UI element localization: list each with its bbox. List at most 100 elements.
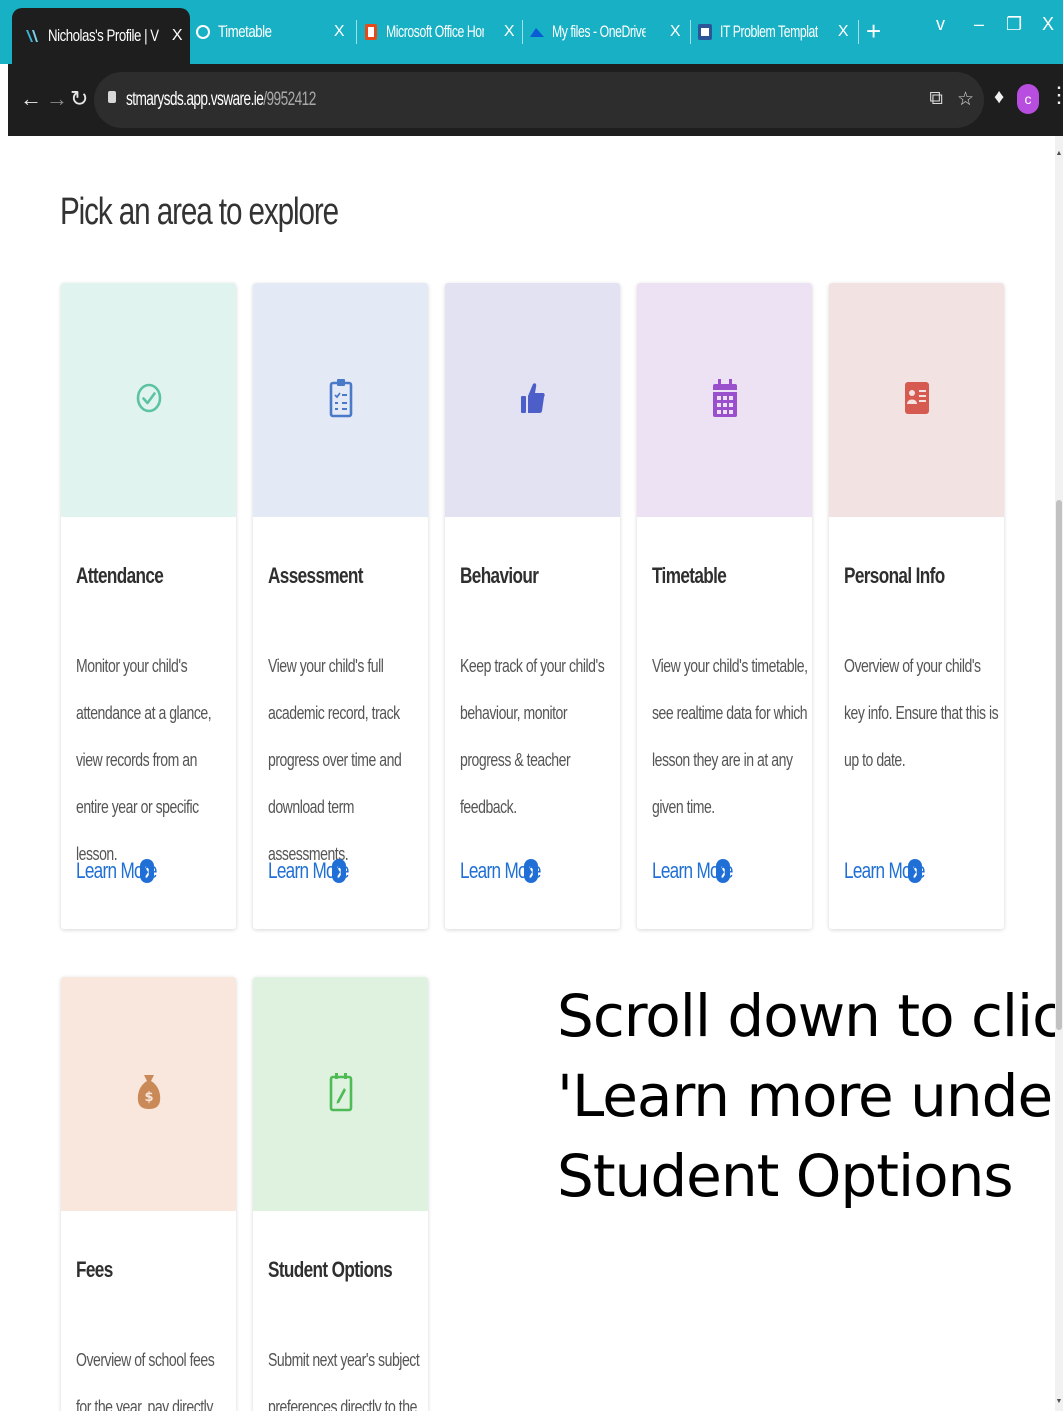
tab-title: My files - OneDrive	[552, 22, 646, 41]
check-circle-icon	[136, 383, 162, 418]
card-banner	[445, 283, 620, 517]
close-icon[interactable]: X	[838, 23, 849, 41]
card-title: Assessment	[268, 563, 364, 588]
calendar-icon	[712, 378, 738, 423]
learn-more-link[interactable]: Learn More ❯	[268, 858, 349, 884]
tab-search-button[interactable]: v	[936, 14, 945, 35]
tab-separator	[858, 20, 859, 44]
learn-more-link[interactable]: Learn More ❯	[460, 858, 541, 884]
toolbar: ← → ↻ stmarysds.app.vsware.ie/9952412 ⧉ …	[8, 64, 1063, 136]
tab-timetable[interactable]: Timetable X	[194, 10, 354, 54]
clipboard-icon	[329, 378, 353, 423]
card-assessment[interactable]: Assessment View your child's full academ…	[253, 283, 428, 929]
card-description: View your child's timetable, see realtim…	[652, 656, 808, 817]
tab-title: IT Problem Template - 07022	[720, 22, 818, 41]
id-card-icon	[904, 381, 930, 420]
instruction-line: 'Learn more under	[557, 1062, 1055, 1130]
close-icon[interactable]: X	[670, 23, 681, 41]
url-host: stmarysds.app.vsware.ie	[126, 89, 264, 110]
card-description: Overview of school fees for the year, pa…	[76, 1350, 215, 1411]
page-scrollbar[interactable]: ▲ ▼	[1055, 136, 1063, 1411]
learn-more-label: Learn More	[460, 858, 541, 883]
tab-title: Timetable	[218, 22, 272, 41]
card-personal-info[interactable]: Personal Info Overview of your child's k…	[829, 283, 1004, 929]
reload-icon[interactable]: ↻	[70, 86, 88, 112]
instruction-line: Student Options	[557, 1142, 1014, 1210]
card-title: Timetable	[652, 563, 727, 588]
money-bag-icon: $	[136, 1073, 162, 1116]
card-description: Submit next year's subject preferences d…	[268, 1350, 420, 1411]
tab-it-problem-template[interactable]: IT Problem Template - 07022 X	[696, 10, 856, 54]
svg-text:$: $	[144, 1090, 153, 1105]
tab-title: Microsoft Office Home	[386, 22, 484, 41]
new-tab-button[interactable]: +	[866, 16, 881, 47]
learn-more-link[interactable]: Learn More ❯	[76, 858, 157, 884]
bookmark-star-icon[interactable]: ☆	[957, 88, 974, 111]
tab-separator	[356, 20, 357, 44]
card-description: Monitor your child's attendance at a gla…	[76, 656, 212, 864]
url-path: /9952412	[263, 89, 316, 110]
close-icon[interactable]: X	[172, 27, 183, 45]
learn-more-link[interactable]: Learn More ❯	[844, 858, 925, 884]
card-title: Behaviour	[460, 563, 539, 588]
close-icon[interactable]: X	[334, 23, 345, 41]
omnibox-actions: ⧉ ☆	[929, 88, 974, 111]
card-banner: $	[61, 977, 236, 1211]
profile-avatar[interactable]: c	[1017, 84, 1039, 114]
vsware-icon	[24, 27, 42, 45]
learn-more-link[interactable]: Learn More ❯	[652, 858, 733, 884]
forward-icon[interactable]: →	[46, 86, 68, 112]
card-behaviour[interactable]: Behaviour Keep track of your child's beh…	[445, 283, 620, 929]
url-text: stmarysds.app.vsware.ie/9952412	[126, 89, 390, 111]
card-banner	[253, 977, 428, 1211]
notepad-pen-icon	[329, 1072, 353, 1117]
instruction-annotation: Scroll down to click 'Learn more under S…	[557, 976, 1055, 1216]
card-banner	[637, 283, 812, 517]
thumbs-up-icon	[520, 381, 546, 420]
card-title: Personal Info	[844, 563, 945, 588]
card-title: Fees	[76, 1257, 113, 1282]
card-attendance[interactable]: Attendance Monitor your child's attendan…	[61, 283, 236, 929]
card-description: View your child's full academic record, …	[268, 656, 402, 864]
more-menu-icon[interactable]: ⋮	[1048, 82, 1063, 108]
learn-more-label: Learn More	[76, 858, 157, 883]
tab-separator	[690, 20, 691, 44]
card-title: Attendance	[76, 563, 164, 588]
learn-more-label: Learn More	[268, 858, 349, 883]
tab-vsware-profile[interactable]: Nicholas's Profile | VSware X	[12, 8, 190, 64]
word-icon	[696, 23, 714, 41]
learn-more-label: Learn More	[652, 858, 733, 883]
onedrive-icon	[528, 23, 546, 41]
tab-separator	[522, 20, 523, 44]
card-banner	[829, 283, 1004, 517]
back-icon[interactable]: ←	[20, 86, 42, 112]
restore-button[interactable]: ❐	[1006, 14, 1022, 35]
office-icon	[362, 23, 380, 41]
card-student-options[interactable]: Student Options Submit next year's subje…	[253, 977, 428, 1411]
close-icon[interactable]: X	[504, 23, 515, 41]
learn-more-label: Learn More	[844, 858, 925, 883]
card-description: Keep track of your child's behaviour, mo…	[460, 656, 605, 817]
card-banner	[253, 283, 428, 517]
page-heading: Pick an area to explore	[60, 191, 339, 233]
instruction-line: Scroll down to click	[557, 982, 1055, 1050]
tab-title: Nicholas's Profile | VSware	[48, 26, 159, 45]
close-window-button[interactable]: X	[1042, 14, 1054, 35]
card-timetable[interactable]: Timetable View your child's timetable, s…	[637, 283, 812, 929]
card-fees[interactable]: $ Fees Overview of school fees for the y…	[61, 977, 236, 1411]
extensions-puzzle-icon[interactable]: ♦	[994, 86, 1004, 109]
scroll-up-arrow-icon[interactable]: ▲	[1055, 150, 1063, 157]
tab-strip: Nicholas's Profile | VSware X Timetable …	[0, 0, 1063, 64]
tab-onedrive[interactable]: My files - OneDrive X	[528, 10, 688, 54]
page-content: Pick an area to explore Attendance Monit…	[8, 136, 1055, 1411]
tab-office-home[interactable]: Microsoft Office Home X	[362, 10, 522, 54]
share-icon[interactable]: ⧉	[929, 88, 943, 111]
scrollbar-thumb[interactable]	[1056, 500, 1062, 1030]
scroll-down-arrow-icon[interactable]: ▼	[1055, 1398, 1063, 1405]
address-bar[interactable]: stmarysds.app.vsware.ie/9952412 ⧉ ☆	[94, 72, 984, 128]
minimize-button[interactable]: –	[974, 14, 984, 35]
timetable-icon	[194, 23, 212, 41]
card-banner	[61, 283, 236, 517]
lock-icon	[108, 91, 116, 103]
card-title: Student Options	[268, 1257, 393, 1282]
